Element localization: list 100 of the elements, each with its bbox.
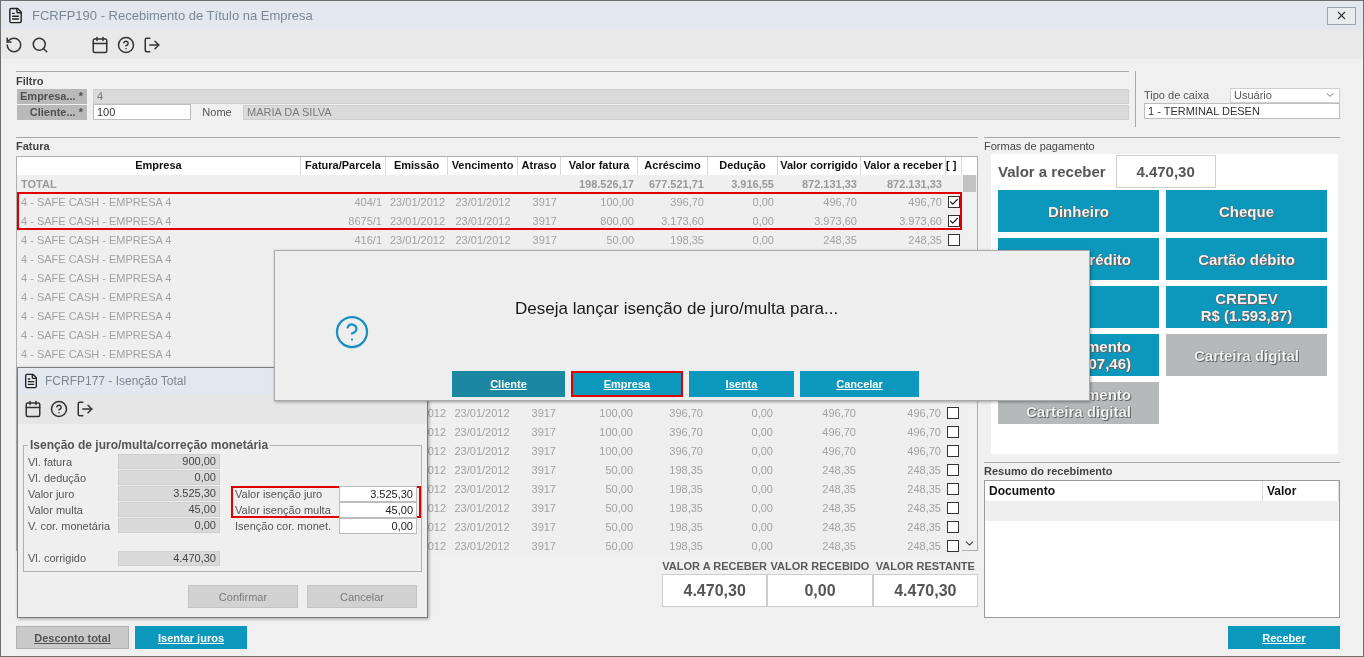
table-cell: 012	[427, 463, 447, 476]
table-cell-text: 416/1	[353, 233, 383, 246]
table-cell-text: 0,00	[750, 520, 774, 533]
terminal-field[interactable]: 1 - TERMINAL DESEN	[1144, 103, 1340, 119]
table-cell-text: 3917	[531, 195, 558, 208]
payment-button[interactable]: CREDEV R$ (1.593,87)	[1166, 286, 1327, 328]
row-checkbox[interactable]	[947, 539, 959, 552]
row-checkbox[interactable]	[947, 444, 959, 457]
table-cell-text: 4 - SAFE CASH - EMPRESA 4	[20, 195, 173, 208]
row-checkbox[interactable]	[947, 501, 959, 514]
empresa-field[interactable]: 4	[93, 88, 1129, 104]
table-cell-text: 198,35	[668, 539, 704, 552]
table-cell-text: 396,70	[668, 406, 704, 419]
field-label[interactable]: Empresa... *	[17, 88, 87, 104]
table-cell-text: 50,00	[604, 501, 634, 514]
search-button[interactable]	[31, 35, 49, 54]
table-cell-text: 100,00	[598, 425, 634, 438]
scroll-thumb[interactable]	[963, 175, 976, 192]
group-title: Isenção de juro/multa/correção monetária	[29, 438, 270, 452]
table-cell-text: 0,00	[750, 501, 774, 514]
total-value: 4.470,30	[872, 574, 978, 607]
table-cell-text: 248,35	[906, 539, 942, 552]
table-cell: 012	[427, 482, 447, 495]
value-field: 45,00	[118, 502, 220, 517]
table-cell-text: 0,00	[751, 233, 775, 246]
total-label: VALOR RESTANTE	[874, 559, 976, 574]
table-cell-text: 198,35	[669, 233, 705, 246]
cliente-field[interactable]: 100	[93, 104, 191, 120]
table-cell-text: 0,00	[751, 214, 775, 227]
table-cell-text: 496,70	[906, 406, 942, 419]
input-field[interactable]: 3.525,30	[339, 486, 417, 502]
row-checkbox[interactable]	[948, 195, 960, 208]
close-button[interactable]	[1327, 6, 1356, 25]
table-cell-text: 396,70	[668, 425, 704, 438]
table-cell-text: 100,00	[598, 406, 634, 419]
field-label: Valor isenção juro	[235, 487, 324, 502]
exit-button[interactable]	[76, 400, 94, 418]
field-label: Valor juro	[28, 487, 76, 502]
payment-button[interactable]: Dinheiro	[998, 190, 1159, 232]
check-icon	[949, 215, 959, 226]
table-cell-text: 50,00	[604, 463, 634, 476]
amount-label: Valor a receber	[998, 163, 1106, 180]
undo-icon	[5, 35, 23, 54]
table-cell-text: 0,00	[751, 195, 775, 208]
row-checkbox[interactable]	[947, 463, 959, 476]
row-checkbox[interactable]	[947, 520, 959, 533]
table-cell-text: 23/01/2012	[454, 195, 512, 208]
table-cell-text: 50,00	[604, 539, 634, 552]
dialog-button[interactable]: Empresa	[571, 371, 683, 397]
table-row[interactable]: 4 - SAFE CASH - EMPRESA 4 8675/1 23/01/2012 23/01/2012 3917 800,00 3.173,60 0,00 3.973,60 3.973,60	[17, 211, 962, 230]
field-label[interactable]: Cliente... *	[17, 104, 87, 120]
table-row[interactable]: 4 - SAFE CASH - EMPRESA 4 404/1 23/01/2012 23/01/2012 3917 100,00 396,70 0,00 496,70 496,70	[17, 192, 962, 211]
table-cell-text: 248,35	[907, 233, 943, 246]
row-checkbox[interactable]	[948, 214, 960, 227]
field-label: V. cor. monetária	[28, 519, 112, 534]
check-icon	[949, 196, 959, 207]
payment-button[interactable]: Cartão débito	[1166, 238, 1327, 280]
table-cell-text: 3917	[531, 214, 558, 227]
exit-button[interactable]	[143, 35, 161, 54]
close-icon	[1335, 9, 1348, 22]
table-cell-text: 800,00	[599, 214, 635, 227]
table-cell-text: 0,00	[750, 406, 774, 419]
dialog-button[interactable]: Cancelar	[800, 371, 919, 397]
table-cell-text: 4 - SAFE CASH - EMPRESA 4	[20, 271, 173, 284]
help-button[interactable]	[50, 400, 68, 418]
table-cell-text: 198,35	[668, 501, 704, 514]
calendar-button[interactable]	[24, 400, 42, 418]
input-field[interactable]: 0,00	[339, 518, 417, 534]
caixa-select[interactable]: Usuário	[1230, 87, 1340, 103]
undo-button[interactable]	[5, 35, 23, 54]
row-checkbox[interactable]	[948, 233, 960, 246]
nome-field[interactable]: MARIA DA SILVA	[243, 104, 1129, 120]
input-field[interactable]: 45,00	[339, 502, 417, 518]
table-cell-text: 198,35	[668, 463, 704, 476]
row-checkbox[interactable]	[947, 425, 959, 438]
value-field: 4.470,30	[118, 551, 220, 566]
row-checkbox[interactable]	[947, 406, 959, 419]
table-cell-text: 0,00	[750, 444, 774, 457]
value-field: 900,00	[118, 454, 220, 469]
table-cell-text: 0,00	[750, 539, 774, 552]
table-cell-text: 0,00	[750, 463, 774, 476]
dialog-button[interactable]: Isenta	[689, 371, 794, 397]
field-label: Valor multa	[28, 503, 84, 518]
action-button[interactable]: Isentar juros	[135, 626, 247, 649]
action-button[interactable]: Receber	[1228, 626, 1340, 649]
row-checkbox[interactable]	[947, 482, 959, 495]
table-cell-text: 496,70	[906, 425, 942, 438]
calendar-button[interactable]	[91, 35, 109, 54]
document-icon	[7, 7, 24, 24]
table-cell: 012	[427, 539, 447, 552]
table-cell-text: 496,70	[821, 425, 857, 438]
help-button[interactable]	[117, 35, 135, 54]
table-cell: 012	[427, 425, 447, 438]
dialog-button[interactable]: Cliente	[452, 371, 565, 397]
calendar-icon	[24, 400, 42, 418]
table-cell-text: 23/01/2012	[453, 444, 511, 457]
table-cell-text: 50,00	[604, 482, 634, 495]
table-cell-text: 248,35	[821, 539, 857, 552]
table-cell-text: 248,35	[821, 501, 857, 514]
payment-button[interactable]: Cheque	[1166, 190, 1327, 232]
